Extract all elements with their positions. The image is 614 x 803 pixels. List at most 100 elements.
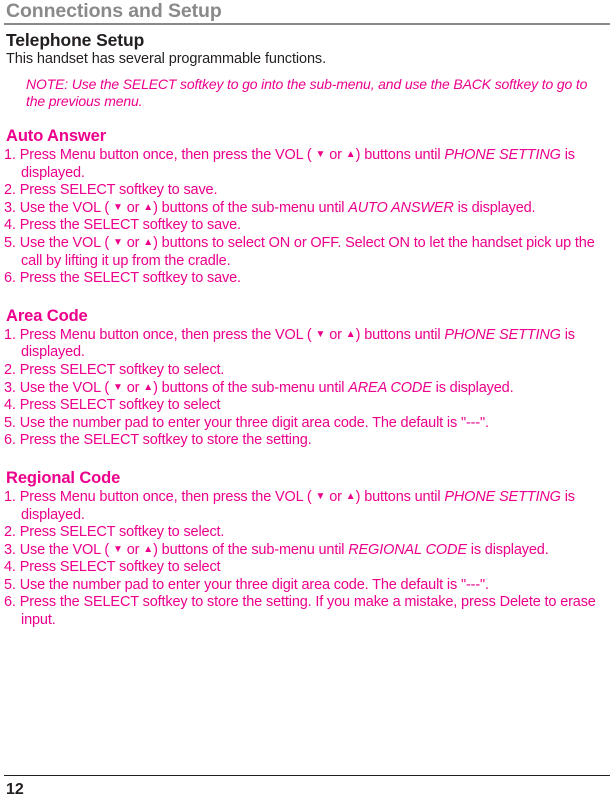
step-emphasis: PHONE SETTING xyxy=(444,488,561,505)
step-number: 5. xyxy=(4,576,16,593)
step-item: 6. Press the SELECT softkey to save. xyxy=(4,270,610,288)
step-list: 1. Press Menu button once, then press th… xyxy=(4,327,610,450)
step-text: or xyxy=(122,541,144,558)
step-number: 5. xyxy=(4,234,16,251)
step-text: or xyxy=(122,199,144,216)
step-emphasis: AUTO ANSWER xyxy=(348,199,454,216)
step-number: 3. xyxy=(4,379,16,396)
volume-up-icon: ▲ xyxy=(143,236,154,248)
page-number: 12 xyxy=(6,781,24,798)
step-text: is displayed. xyxy=(453,199,536,216)
step-number: 6. xyxy=(4,270,16,287)
section-heading: Regional Code xyxy=(6,468,121,487)
step-number: 2. xyxy=(4,182,16,199)
step-item: 1. Press Menu button once, then press th… xyxy=(4,147,610,182)
step-item: 1. Press Menu button once, then press th… xyxy=(4,327,610,362)
step-text: or xyxy=(325,147,346,163)
step-item: 5. Use the VOL ( ▼ or ▲) buttons to sele… xyxy=(4,235,610,270)
step-number: 3. xyxy=(4,199,16,216)
volume-up-icon: ▲ xyxy=(345,149,356,160)
step-text: Use the VOL ( xyxy=(19,541,113,558)
step-text: ) buttons of the sub-menu until xyxy=(153,541,349,558)
step-text: Use the VOL ( xyxy=(19,199,113,216)
volume-down-icon: ▼ xyxy=(315,328,326,340)
step-text: Use the VOL ( xyxy=(19,234,113,251)
step-text: Use the number pad to enter your three d… xyxy=(19,576,489,593)
section-heading: Auto Answer xyxy=(6,127,107,145)
step-number: 1. xyxy=(4,147,16,163)
volume-up-icon: ▲ xyxy=(143,201,154,213)
step-text: or xyxy=(122,234,144,251)
step-text: Press the SELECT softkey to store the se… xyxy=(19,594,596,629)
manual-page: Connections and Setup Telephone Setup Th… xyxy=(0,0,614,803)
step-text: Press the SELECT softkey to save. xyxy=(19,270,241,287)
step-text: ) buttons of the sub-menu until xyxy=(153,199,349,216)
step-text: Press SELECT softkey to select xyxy=(19,397,221,414)
volume-up-icon: ▲ xyxy=(143,381,154,393)
page-intro-text: This handset has several programmable fu… xyxy=(6,51,327,67)
step-number: 2. xyxy=(4,361,16,378)
step-item: 4. Press the SELECT softkey to save. xyxy=(4,217,610,235)
step-number: 1. xyxy=(4,326,16,343)
step-text: Press Menu button once, then press the V… xyxy=(19,488,316,505)
step-text: Press SELECT softkey to select xyxy=(19,559,221,576)
volume-up-icon: ▲ xyxy=(345,328,356,340)
step-item: 5. Use the number pad to enter your thre… xyxy=(4,577,610,595)
volume-up-icon: ▲ xyxy=(345,490,356,502)
step-text: Use the number pad to enter your three d… xyxy=(19,414,489,431)
step-item: 3. Use the VOL ( ▼ or ▲) buttons of the … xyxy=(4,200,610,218)
section-heading: Area Code xyxy=(6,306,88,325)
step-item: 1. Press Menu button once, then press th… xyxy=(4,489,610,524)
step-number: 6. xyxy=(4,432,16,449)
step-item: 6. Press the SELECT softkey to store the… xyxy=(4,432,610,450)
step-number: 1. xyxy=(4,488,16,505)
step-text: ) buttons until xyxy=(355,147,445,163)
page-title: Telephone Setup xyxy=(6,30,145,50)
volume-up-icon: ▲ xyxy=(143,543,154,555)
step-item: 2. Press SELECT softkey to save. xyxy=(4,182,610,200)
section: Area Code 1. Press Menu button once, then… xyxy=(4,307,610,450)
note-callout: NOTE: Use the SELECT softkey to go into … xyxy=(26,76,588,109)
step-text: or xyxy=(325,488,346,505)
step-list: 1. Press Menu button once, then press th… xyxy=(4,489,610,630)
volume-down-icon: ▼ xyxy=(112,236,123,248)
step-text: ) buttons until xyxy=(355,488,445,505)
section: Auto Answer 1. Press Menu button once, th… xyxy=(4,127,610,288)
step-number: 4. xyxy=(4,397,16,414)
step-item: 3. Use the VOL ( ▼ or ▲) buttons of the … xyxy=(4,542,610,560)
volume-down-icon: ▼ xyxy=(112,381,123,393)
volume-down-icon: ▼ xyxy=(112,543,123,555)
running-head: Connections and Setup xyxy=(6,0,222,22)
step-text: Press Menu button once, then press the V… xyxy=(19,147,316,163)
step-emphasis: REGIONAL CODE xyxy=(348,541,467,558)
step-text: or xyxy=(325,326,346,343)
step-text: Press Menu button once, then press the V… xyxy=(19,326,316,343)
step-item: 4. Press SELECT softkey to select xyxy=(4,559,610,577)
section: Regional Code 1. Press Menu button once, … xyxy=(4,469,610,630)
step-emphasis: PHONE SETTING xyxy=(444,326,561,343)
step-text: Press SELECT softkey to select. xyxy=(19,524,225,541)
step-number: 3. xyxy=(4,541,16,558)
step-text: ) buttons of the sub-menu until xyxy=(153,379,349,396)
volume-down-icon: ▼ xyxy=(112,201,123,213)
step-item: 5. Use the number pad to enter your thre… xyxy=(4,415,610,433)
step-text: ) buttons until xyxy=(355,326,445,343)
step-item: 3. Use the VOL ( ▼ or ▲) buttons of the … xyxy=(4,380,610,398)
step-text: Use the VOL ( xyxy=(19,379,113,396)
step-number: 2. xyxy=(4,524,16,541)
volume-down-icon: ▼ xyxy=(315,149,326,160)
step-text: Press the SELECT softkey to store the se… xyxy=(19,432,312,449)
step-item: 6. Press the SELECT softkey to store the… xyxy=(4,594,610,629)
step-list: 1. Press Menu button once, then press th… xyxy=(4,147,610,288)
footer-divider xyxy=(4,775,610,776)
step-emphasis: PHONE SETTING xyxy=(444,147,561,163)
step-text: Press SELECT softkey to save. xyxy=(19,182,218,199)
step-number: 5. xyxy=(4,414,16,431)
header-divider xyxy=(4,23,610,25)
step-text: is displayed. xyxy=(466,541,549,558)
step-number: 4. xyxy=(4,217,16,234)
step-emphasis: AREA CODE xyxy=(348,379,432,396)
step-item: 4. Press SELECT softkey to select xyxy=(4,397,610,415)
volume-down-icon: ▼ xyxy=(315,490,326,502)
step-number: 6. xyxy=(4,594,16,611)
